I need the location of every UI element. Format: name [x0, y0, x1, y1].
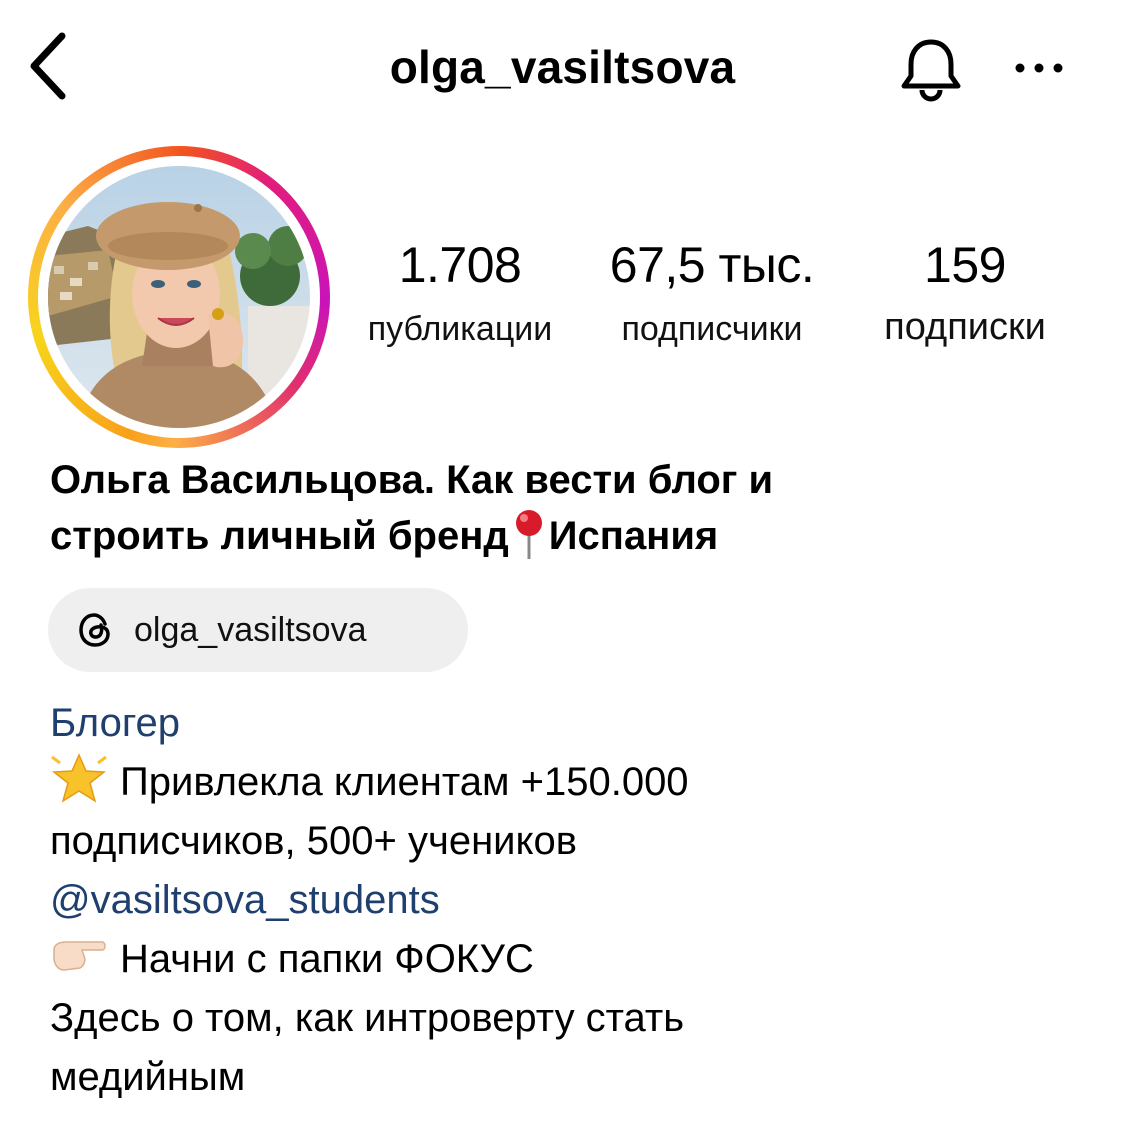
pointing-right-icon [50, 930, 108, 980]
bio-line-1-text: Привлекла клиентам +150.000 [120, 760, 689, 804]
stat-following[interactable]: 159 подписки [855, 236, 1075, 349]
stat-followers[interactable]: 67,5 тыс. подписчики [596, 236, 828, 349]
avatar-photo [48, 166, 310, 428]
stat-followers-count: 67,5 тыс. [609, 237, 815, 293]
bio-line-2: подписчиков, 500+ учеников [50, 819, 577, 863]
profile-name-line1: Ольга Васильцова. Как вести блог и [50, 458, 774, 502]
bio-line-5: Здесь о том, как интроверту стать [50, 996, 685, 1040]
profile-bio: Блогер Привлекла клиентам +150.000 подпи… [50, 694, 1100, 1107]
bio-mention-link[interactable]: @vasiltsova_students [50, 871, 1100, 930]
stat-posts-label: публикации [367, 310, 553, 348]
stat-posts[interactable]: 1.708 публикации [345, 236, 575, 349]
profile-location: Испания [548, 514, 719, 558]
more-options-button[interactable] [1010, 48, 1070, 88]
avatar-story-ring[interactable] [28, 146, 330, 448]
avatar [38, 156, 320, 438]
profile-name: Ольга Васильцова. Как вести блог и строи… [50, 452, 1090, 564]
bell-icon [901, 39, 961, 102]
bio-line-1: Привлекла клиентам +150.000 [50, 753, 1100, 812]
top-bar: olga_vasiltsova [0, 0, 1125, 135]
stat-following-label: подписки [884, 306, 1046, 348]
notifications-button[interactable] [894, 32, 968, 106]
round-pushpin-icon [513, 509, 545, 559]
stat-followers-label: подписчики [621, 310, 803, 348]
more-horizontal-icon [1015, 63, 1063, 73]
threads-link[interactable]: olga_vasiltsova [48, 588, 468, 672]
bio-line-4-text: Начни с папки ФОКУС [120, 937, 534, 981]
threads-handle: olga_vasiltsova [134, 610, 367, 649]
profile-category: Блогер [50, 701, 181, 745]
glowing-star-icon [50, 753, 108, 803]
stat-following-count: 159 [924, 237, 1006, 293]
bio-line-6: медийным [50, 1055, 246, 1099]
bio-line-4: Начни с папки ФОКУС [50, 930, 1100, 989]
profile-name-line2: строить личный бренд [50, 514, 509, 558]
threads-icon [79, 613, 110, 647]
stat-posts-count: 1.708 [398, 237, 522, 293]
